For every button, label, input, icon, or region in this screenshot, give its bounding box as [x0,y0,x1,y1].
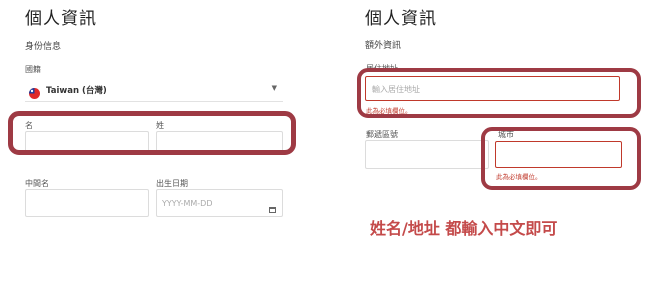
city-input[interactable] [495,141,622,168]
chevron-down-icon: ▼ [271,84,277,92]
country-label: 國籍 [25,65,41,74]
taiwan-flag-icon [29,84,40,99]
identity-section-heading: 身份信息 [25,42,62,52]
postal-code-label: 郵遞區號 [366,130,398,139]
right-page-title: 個人資訊 [365,9,437,29]
middle-name-input[interactable] [25,189,149,217]
country-select[interactable]: Taiwan (台灣) ▼ [25,78,283,102]
last-name-label: 姓 [156,121,164,130]
country-value: Taiwan (台灣) [46,86,107,96]
address-label: 居住地址 [366,64,398,73]
middle-name-label: 中間名 [25,179,49,188]
birth-date-label: 出生日期 [156,179,188,188]
birth-date-placeholder: YYYY-MM-DD [162,199,213,208]
address-input[interactable]: 輸入居住地址 [365,76,620,101]
left-page-title: 個人資訊 [25,9,97,29]
city-error: 此為必填欄位。 [496,173,542,181]
first-name-input[interactable] [25,131,149,155]
address-error: 此為必填欄位。 [366,107,412,115]
annotation-note: 姓名/地址 都輸入中文即可 [370,219,558,238]
birth-date-input[interactable]: YYYY-MM-DD [156,189,283,217]
address-placeholder: 輸入居住地址 [372,85,420,94]
extra-info-section-heading: 額外資訊 [365,41,402,51]
first-name-label: 名 [25,121,33,130]
postal-code-input[interactable] [365,140,489,169]
calendar-icon[interactable] [269,198,276,213]
city-label: 城市 [498,130,514,139]
last-name-input[interactable] [156,131,283,155]
